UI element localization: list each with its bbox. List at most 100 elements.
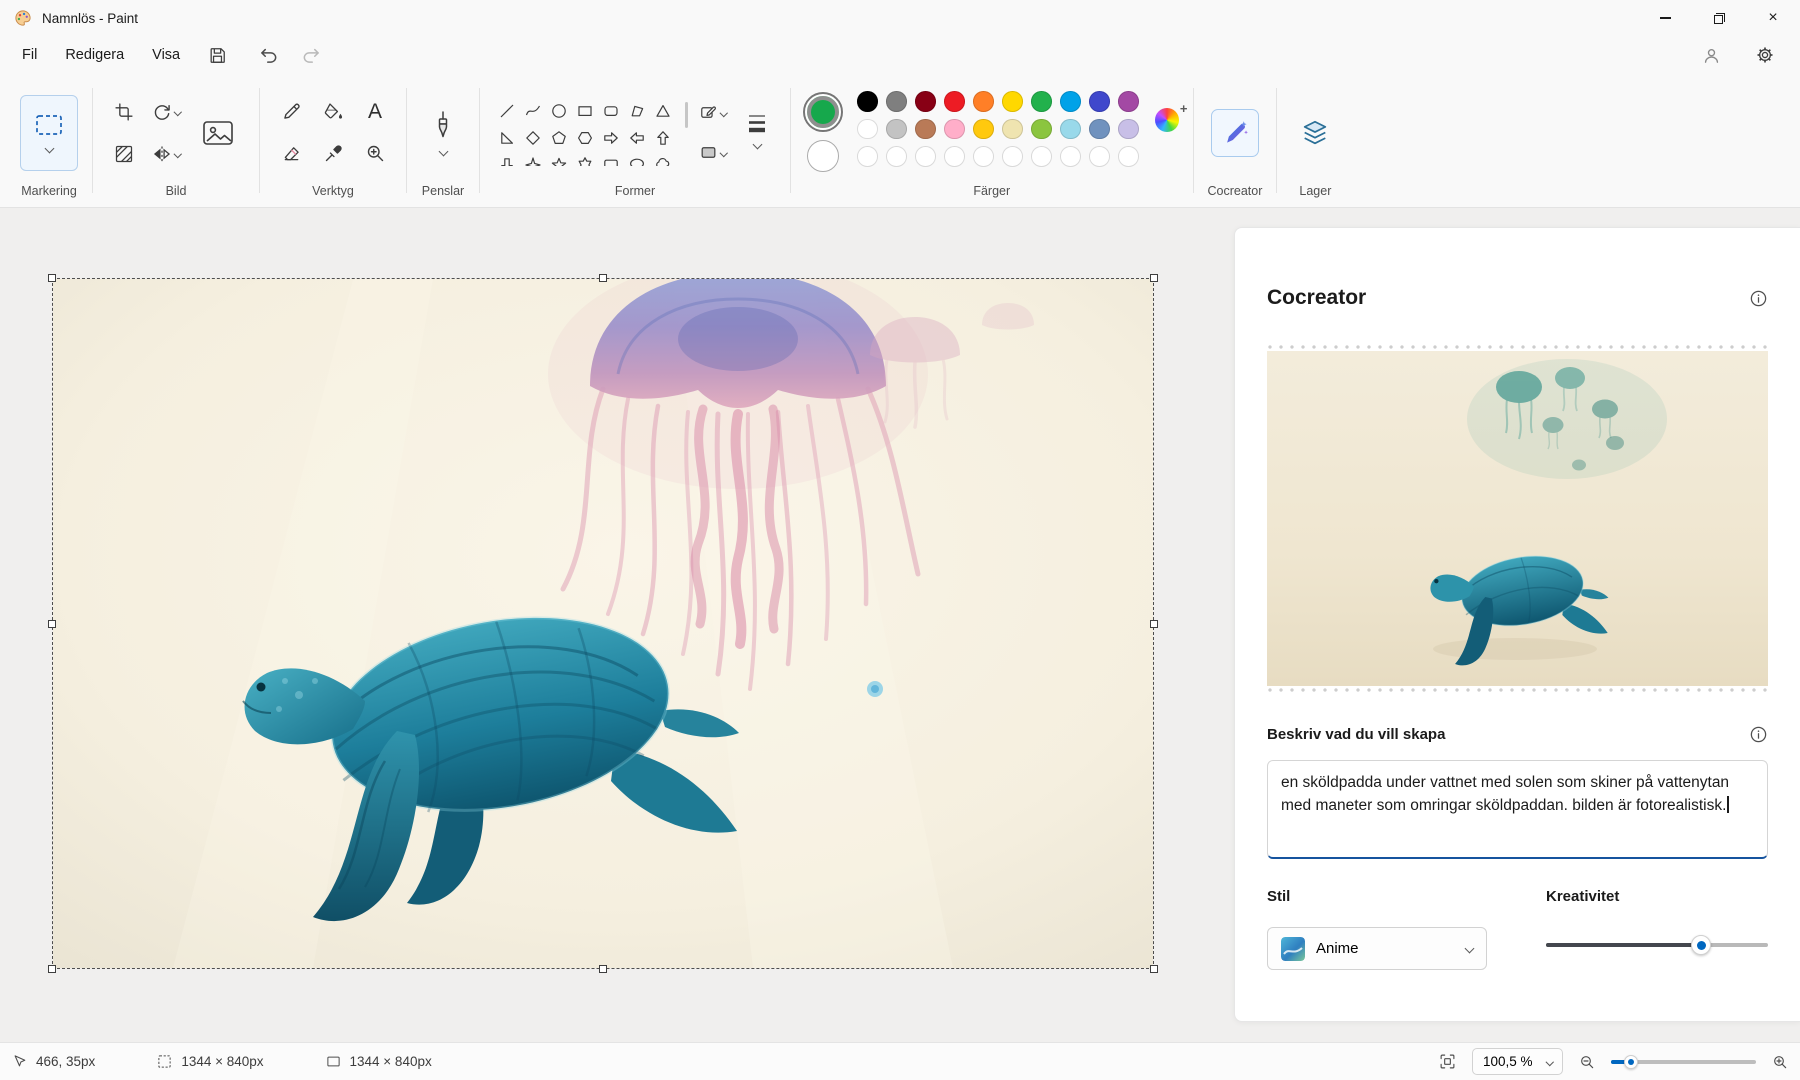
selection-handle-w[interactable] [48,620,56,628]
selection-handle-ne[interactable] [1150,274,1158,282]
shape-diamond[interactable] [520,125,546,152]
shape-arrow-right[interactable] [598,125,624,152]
zoom-level-dropdown[interactable]: 100,5 % [1472,1048,1563,1075]
primary-color-swatch[interactable] [805,94,841,130]
shape-right-triangle[interactable] [494,125,520,152]
generated-image[interactable] [1267,351,1768,686]
color-swatch[interactable] [973,91,994,112]
menu-item[interactable]: Redigera [51,40,138,70]
redo-button[interactable] [292,39,330,71]
crop-button[interactable] [107,95,141,129]
selection-handle-sw[interactable] [48,965,56,973]
color-swatch[interactable] [886,119,907,140]
prompt-input[interactable]: en sköldpadda under vattnet med solen so… [1267,760,1768,859]
selection-handle-e[interactable] [1150,620,1158,628]
color-swatch[interactable] [1089,119,1110,140]
text-tool-button[interactable]: A [358,95,392,129]
zoom-out-button[interactable] [1579,1054,1595,1070]
shape-star-4[interactable] [520,152,546,166]
color-swatch[interactable] [973,119,994,140]
resize-button[interactable] [107,137,141,171]
layers-button[interactable] [1291,109,1339,157]
rotate-button[interactable] [149,95,183,129]
selection-handle-nw[interactable] [48,274,56,282]
restore-button[interactable] [1692,0,1746,36]
empty-color-slot[interactable] [1031,146,1052,167]
shape-curve[interactable] [520,98,546,125]
account-button[interactable] [1692,39,1730,71]
image-options-button[interactable] [191,106,245,160]
empty-color-slot[interactable] [973,146,994,167]
color-swatch[interactable] [1089,91,1110,112]
fill-tool-button[interactable] [316,95,350,129]
color-swatch[interactable] [1118,91,1139,112]
canvas-selection[interactable] [52,278,1154,969]
shape-rounded-rectangle[interactable] [598,98,624,125]
color-swatch[interactable] [886,91,907,112]
empty-color-slot[interactable] [886,146,907,167]
close-button[interactable]: × [1746,0,1800,36]
color-swatch[interactable] [1118,119,1139,140]
menu-item[interactable]: Visa [138,40,194,70]
color-swatch[interactable] [1060,119,1081,140]
shape-line[interactable] [494,98,520,125]
brushes-button[interactable] [421,98,465,168]
generated-image-preview[interactable] [1267,343,1768,694]
add-custom-color-button[interactable]: + [1155,108,1179,132]
color-swatch[interactable] [915,119,936,140]
empty-color-slot[interactable] [944,146,965,167]
selection-handle-s[interactable] [599,965,607,973]
shape-arrow-left[interactable] [624,125,650,152]
shape-speech-oval[interactable] [624,152,650,166]
shape-speech-rounded[interactable] [598,152,624,166]
fit-to-window-button[interactable] [1439,1053,1456,1070]
magnifier-tool-button[interactable] [358,137,392,171]
color-swatch[interactable] [1002,119,1023,140]
selection-handle-se[interactable] [1150,965,1158,973]
zoom-slider[interactable] [1611,1054,1756,1070]
color-swatch[interactable] [915,91,936,112]
color-picker-tool-button[interactable] [316,137,350,171]
color-swatch[interactable] [1031,119,1052,140]
shape-triangle[interactable] [650,98,676,125]
shape-star-5[interactable] [546,152,572,166]
pencil-tool-button[interactable] [274,95,308,129]
eraser-tool-button[interactable] [274,137,308,171]
save-button[interactable] [198,39,236,71]
shapes-scrollbar[interactable] [685,102,689,128]
shape-rectangle[interactable] [572,98,598,125]
menu-item[interactable]: Fil [8,40,51,70]
color-swatch[interactable] [857,119,878,140]
shape-pentagon[interactable] [546,125,572,152]
cocreator-info-button[interactable] [1749,289,1768,308]
zoom-slider-thumb[interactable] [1624,1055,1638,1069]
minimize-button[interactable] [1638,0,1692,36]
empty-color-slot[interactable] [1060,146,1081,167]
color-swatch[interactable] [1002,91,1023,112]
selection-tool-button[interactable] [20,95,78,171]
shape-ellipse[interactable] [546,98,572,125]
shape-hexagon[interactable] [572,125,598,152]
shape-fill-button[interactable] [696,138,730,168]
settings-button[interactable] [1746,39,1784,71]
zoom-in-button[interactable] [1772,1054,1788,1070]
shape-arrow-down[interactable] [494,152,520,166]
color-swatch[interactable] [1060,91,1081,112]
selection-handle-n[interactable] [599,274,607,282]
slider-thumb[interactable] [1691,935,1711,955]
shape-size-button[interactable] [738,98,776,162]
undo-button[interactable] [250,39,288,71]
shape-speech-cloud[interactable] [650,152,676,166]
flip-button[interactable] [149,137,183,171]
color-swatch[interactable] [944,119,965,140]
shape-arrow-up[interactable] [650,125,676,152]
color-swatch[interactable] [857,91,878,112]
empty-color-slot[interactable] [915,146,936,167]
color-swatch[interactable] [1031,91,1052,112]
describe-info-button[interactable] [1749,725,1768,744]
empty-color-slot[interactable] [1002,146,1023,167]
style-dropdown[interactable]: Anime [1267,927,1487,970]
creativity-slider[interactable] [1546,935,1768,955]
secondary-color-swatch[interactable] [807,140,839,172]
canvas-image[interactable] [53,279,1153,968]
